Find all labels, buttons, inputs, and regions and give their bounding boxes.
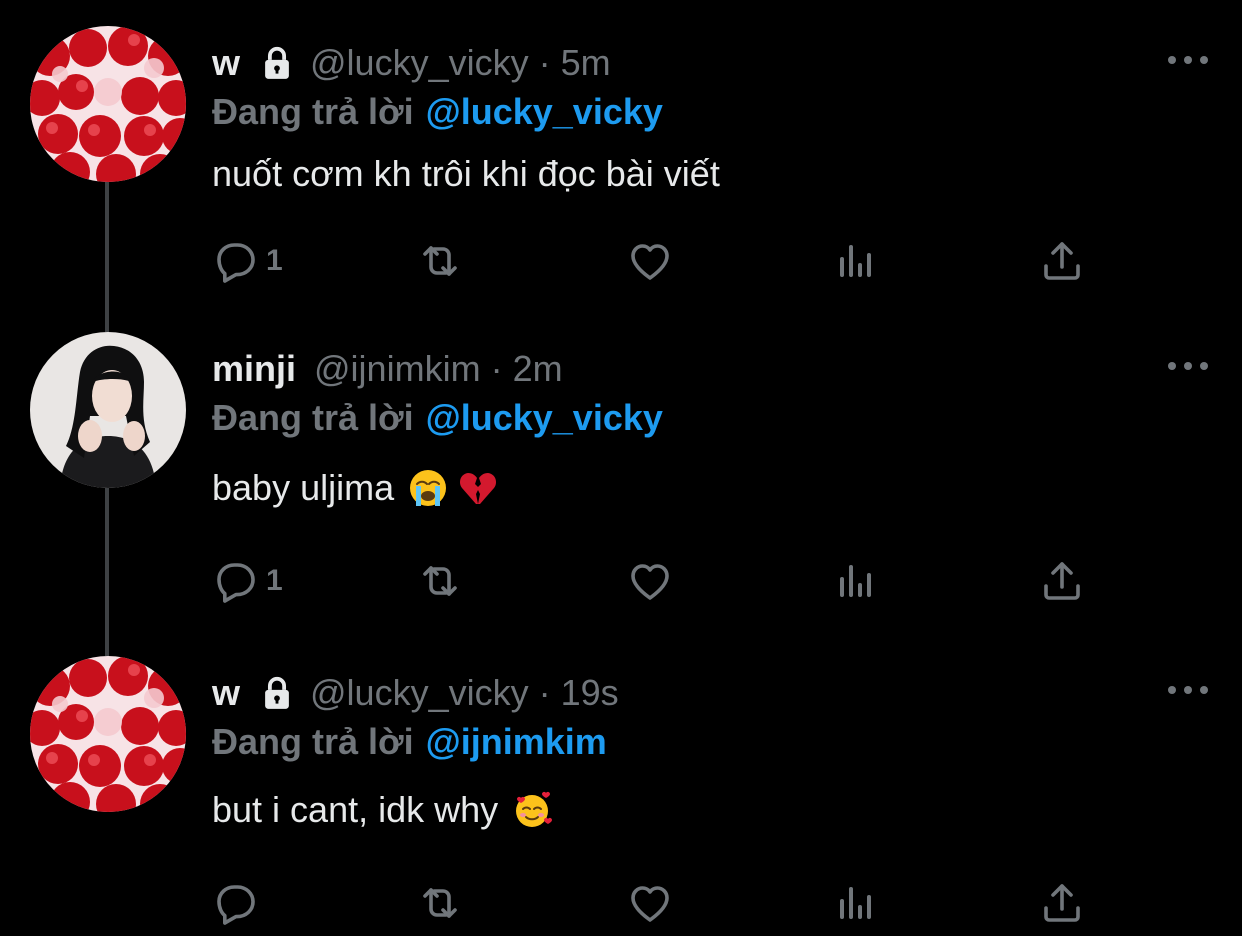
reply-icon [212,237,260,285]
analytics-icon [832,879,880,927]
replying-to: Đang trả lời @ijnimkim [212,720,607,764]
tweet-header: minji @ijnimkim · 2m [212,346,563,392]
replying-label: Đang trả lời [212,721,414,762]
handle[interactable]: @ijnimkim [314,346,481,392]
tweet-text-content: but i cant, idk why [212,789,499,830]
share-button[interactable] [1038,556,1086,606]
share-icon [1038,557,1086,605]
action-bar [212,878,1112,928]
reply-icon [212,879,260,927]
share-icon [1038,879,1086,927]
tweet-text: baby uljima [212,464,498,512]
reply-count: 1 [266,564,283,597]
reply-button[interactable] [212,878,266,928]
tweet[interactable]: w @lucky_vicky · 5m Đang trả lời @lucky_v… [0,22,1242,302]
tweet-header: w @lucky_vicky · 5m [212,40,611,86]
more-icon[interactable] [1168,50,1208,70]
avatar[interactable] [30,332,186,488]
replying-to: Đang trả lời @lucky_vicky [212,396,663,440]
handle[interactable]: @lucky_vicky [310,670,529,716]
retweet-button[interactable] [416,556,464,606]
timestamp[interactable]: 5m [561,40,611,86]
more-icon[interactable] [1168,356,1208,376]
heart-icon [626,557,674,605]
loudly-crying-face-emoji [408,468,448,508]
views-button[interactable] [832,878,880,928]
like-button[interactable] [626,878,674,928]
display-name[interactable]: w [212,670,240,716]
broken-heart-emoji [458,468,498,508]
action-bar: 1 [212,236,1112,286]
reply-button[interactable]: 1 [212,236,283,286]
heart-icon [626,237,674,285]
views-button[interactable] [832,236,880,286]
mention-link[interactable]: @lucky_vicky [426,397,663,438]
tweet-text: but i cant, idk why [212,786,552,834]
like-button[interactable] [626,556,674,606]
separator: · [538,42,551,83]
retweet-button[interactable] [416,236,464,286]
more-icon[interactable] [1168,680,1208,700]
display-name[interactable]: minji [212,346,296,392]
separator: · [538,672,551,713]
avatar[interactable] [30,656,186,812]
share-button[interactable] [1038,236,1086,286]
reply-icon [212,557,260,605]
lock-icon [258,673,296,713]
retweet-button[interactable] [416,878,464,928]
handle[interactable]: @lucky_vicky [310,40,529,86]
share-icon [1038,237,1086,285]
action-bar: 1 [212,556,1112,606]
smiling-face-with-hearts-emoji [512,790,552,830]
replying-to: Đang trả lời @lucky_vicky [212,90,663,134]
timestamp[interactable]: 2m [513,346,563,392]
reply-button[interactable]: 1 [212,556,283,606]
tweet[interactable]: w @lucky_vicky · 19s Đang trả lời @ijnimk… [0,652,1242,936]
share-button[interactable] [1038,878,1086,928]
display-name[interactable]: w [212,40,240,86]
tweet-text-content: baby uljima [212,467,395,508]
retweet-icon [416,557,464,605]
mention-link[interactable]: @lucky_vicky [426,91,663,132]
tweet-text: nuốt cơm kh trôi khi đọc bài viết [212,150,720,198]
like-button[interactable] [626,236,674,286]
views-button[interactable] [832,556,880,606]
replying-label: Đang trả lời [212,91,414,132]
separator: · [490,348,503,389]
tweet-header: w @lucky_vicky · 19s [212,670,619,716]
timestamp[interactable]: 19s [561,670,619,716]
analytics-icon [832,237,880,285]
retweet-icon [416,237,464,285]
avatar[interactable] [30,26,186,182]
lock-icon [258,43,296,83]
replying-label: Đang trả lời [212,397,414,438]
analytics-icon [832,557,880,605]
mention-link[interactable]: @ijnimkim [426,721,607,762]
retweet-icon [416,879,464,927]
heart-icon [626,879,674,927]
reply-count: 1 [266,244,283,277]
tweet-text-content: nuốt cơm kh trôi khi đọc bài viết [212,153,720,194]
tweet[interactable]: minji @ijnimkim · 2m Đang trả lời @lucky_… [0,328,1242,628]
